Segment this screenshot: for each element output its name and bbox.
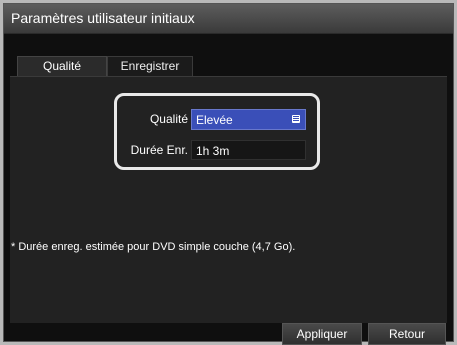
- dialog-title: Paramètres utilisateur initiaux: [11, 10, 195, 26]
- duration-label: Durée Enr.: [130, 143, 188, 157]
- quality-select-value: Elevée: [196, 113, 233, 127]
- quality-label: Qualité: [149, 112, 188, 126]
- dialog-footer: Appliquer Retour: [10, 323, 447, 345]
- back-button[interactable]: Retour: [368, 323, 446, 345]
- footnote-text: * Durée enreg. estimée pour DVD simple c…: [11, 241, 296, 253]
- settings-dialog: Paramètres utilisateur initiaux Qualité …: [3, 3, 454, 345]
- duration-field: 1h 3m: [191, 140, 306, 160]
- dropdown-list-icon: [292, 115, 300, 123]
- tab-quality[interactable]: Qualité: [17, 56, 107, 76]
- tab-record[interactable]: Enregistrer: [107, 56, 193, 76]
- duration-value: 1h 3m: [196, 144, 230, 158]
- apply-button[interactable]: Appliquer: [282, 323, 362, 345]
- quality-select[interactable]: Elevée: [191, 109, 306, 130]
- title-bar: Paramètres utilisateur initiaux: [4, 4, 453, 34]
